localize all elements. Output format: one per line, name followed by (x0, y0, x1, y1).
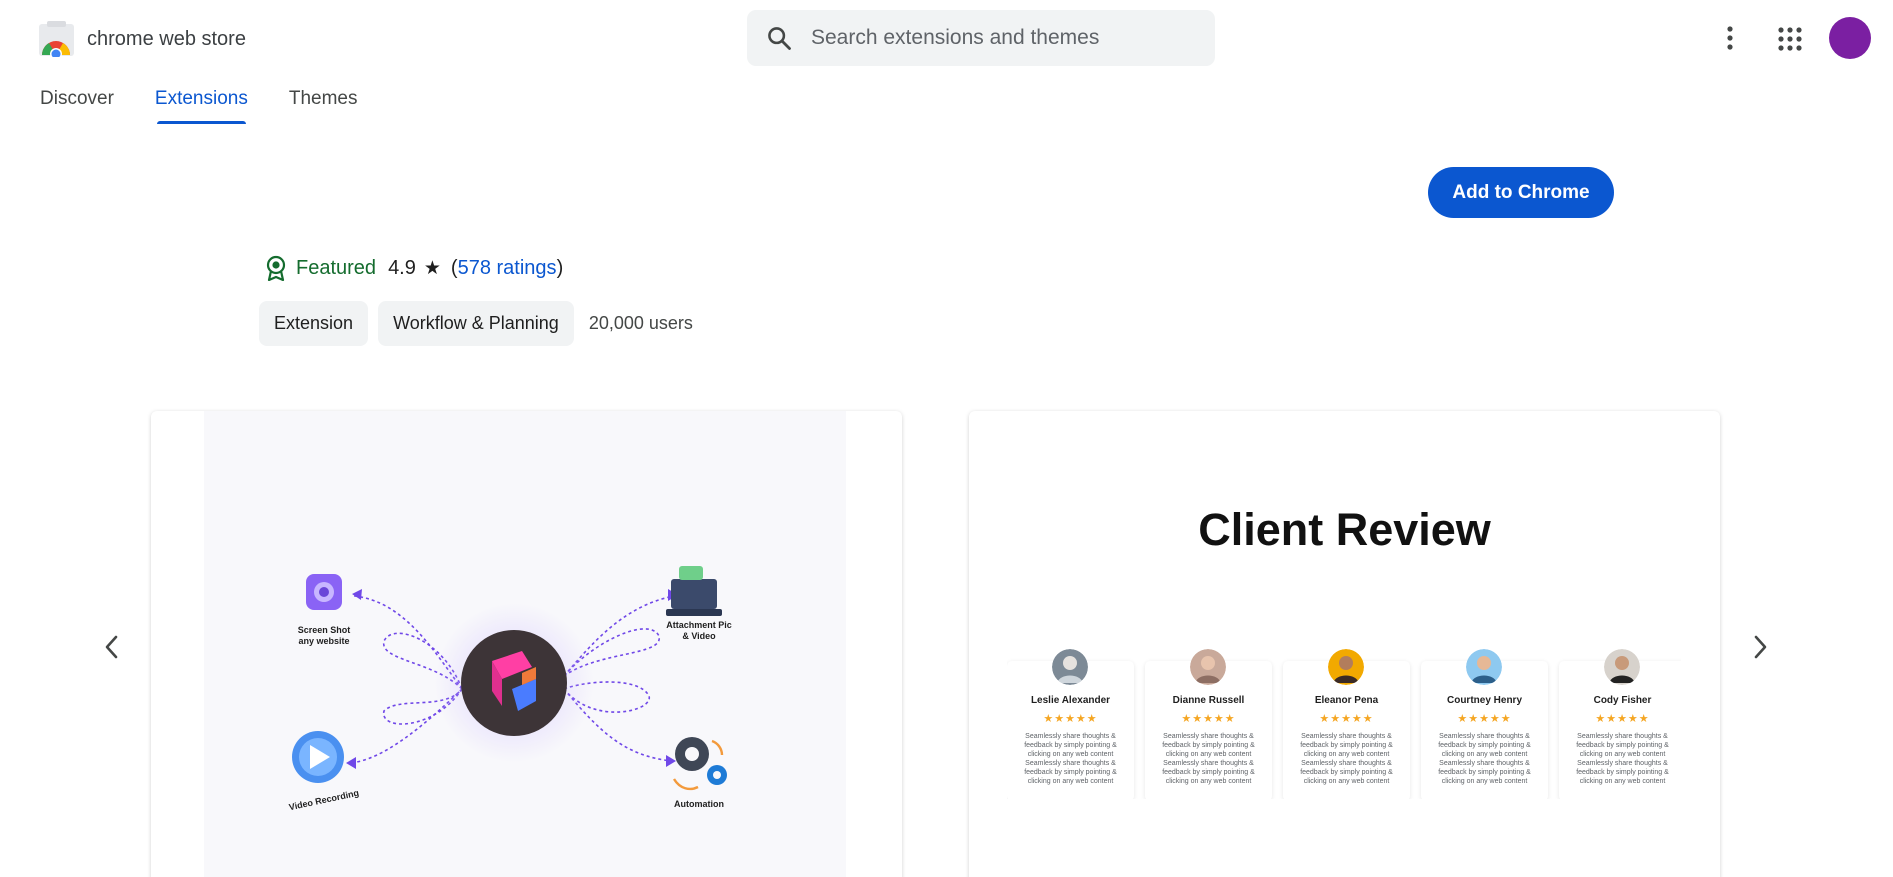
search-input[interactable] (811, 26, 1191, 50)
review-stars: ★★★★★ (1043, 713, 1098, 725)
rating-value: 4.9 (388, 256, 416, 279)
paren-open: ( (450, 256, 458, 279)
reviewer-avatar-icon (1328, 649, 1364, 685)
search-bar[interactable] (747, 10, 1215, 66)
client-review-title: Client Review (1198, 504, 1491, 555)
reviewer-name: Cody Fisher (1593, 695, 1652, 706)
search-icon (768, 27, 791, 50)
label-screen-shot: Screen Shot any website (297, 625, 351, 646)
extension-meta: Featured 4.9 ★ (578 ratings) (264, 255, 563, 281)
add-to-chrome-button[interactable]: Add to Chrome (1428, 167, 1614, 218)
review-card: Cody Fisher ★★★★★ Seamlessly share thoug… (1559, 649, 1681, 799)
review-card: Eleanor Pena ★★★★★ Seamlessly share thou… (1283, 649, 1410, 799)
reviewer-avatar-icon (1604, 649, 1640, 685)
chip-extension[interactable]: Extension (259, 301, 369, 346)
chip-workflow-planning[interactable]: Workflow & Planning (378, 301, 574, 346)
review-cards: Leslie Alexander ★★★★★ Seamlessly share … (1007, 649, 1681, 799)
screenshot-slide-1[interactable]: Screen Shot any website Attachment Pic &… (151, 411, 902, 877)
tab-extensions[interactable]: Extensions (155, 88, 248, 124)
reviewer-avatar-icon (1190, 649, 1226, 685)
reviewer-name: Leslie Alexander (1030, 695, 1111, 706)
tab-discover[interactable]: Discover (40, 88, 114, 124)
star-icon: ★ (423, 257, 441, 279)
more-options-icon[interactable] (1720, 22, 1740, 54)
review-text: Seamlessly share thoughts & feedback by … (1024, 733, 1117, 785)
ratings-count-link[interactable]: 578 ratings (458, 257, 557, 280)
reviewer-avatar-icon (1052, 649, 1088, 685)
featured-badge-icon (266, 255, 286, 281)
review-text: Seamlessly share thoughts & feedback by … (1162, 733, 1255, 785)
featured-label: Featured (296, 256, 377, 279)
label-automation: Automation (674, 799, 724, 809)
review-card: Leslie Alexander ★★★★★ Seamlessly share … (1007, 649, 1134, 799)
feature-diagram: Screen Shot any website Attachment Pic &… (204, 411, 846, 877)
google-apps-icon[interactable] (1776, 25, 1804, 53)
carousel-prev-icon[interactable] (97, 632, 127, 662)
review-stars: ★★★★★ (1319, 713, 1374, 725)
review-text: Seamlessly share thoughts & feedback by … (1576, 733, 1669, 785)
main-tabs: Discover Extensions Themes (40, 88, 399, 124)
tab-themes[interactable]: Themes (289, 88, 358, 124)
label-attachment: Attachment Pic & Video (666, 620, 732, 641)
review-stars: ★★★★★ (1181, 713, 1236, 725)
review-text: Seamlessly share thoughts & feedback by … (1438, 733, 1531, 785)
account-avatar[interactable] (1829, 17, 1871, 59)
review-stars: ★★★★★ (1595, 713, 1650, 725)
logo-text: chrome web store (87, 27, 246, 50)
reviewer-name: Courtney Henry (1446, 695, 1522, 706)
category-chips: Extension Workflow & Planning 20,000 use… (259, 301, 693, 346)
chrome-web-store-logo-icon (39, 21, 74, 57)
paren-close: ) (556, 256, 564, 279)
review-stars: ★★★★★ (1457, 713, 1512, 725)
reviewer-name: Eleanor Pena (1314, 695, 1379, 706)
reviewer-name: Dianne Russell (1172, 695, 1245, 706)
review-text: Seamlessly share thoughts & feedback by … (1300, 733, 1393, 785)
review-card: Dianne Russell ★★★★★ Seamlessly share th… (1145, 649, 1272, 799)
screenshot-slide-2[interactable]: Client Review Leslie Alexander ★★★★★ Sea… (969, 411, 1720, 877)
reviewer-avatar-icon (1466, 649, 1502, 685)
store-logo[interactable]: chrome web store (38, 21, 246, 57)
carousel-next-icon[interactable] (1745, 632, 1775, 662)
review-card: Courtney Henry ★★★★★ Seamlessly share th… (1421, 649, 1548, 799)
user-count: 20,000 users (588, 313, 693, 333)
